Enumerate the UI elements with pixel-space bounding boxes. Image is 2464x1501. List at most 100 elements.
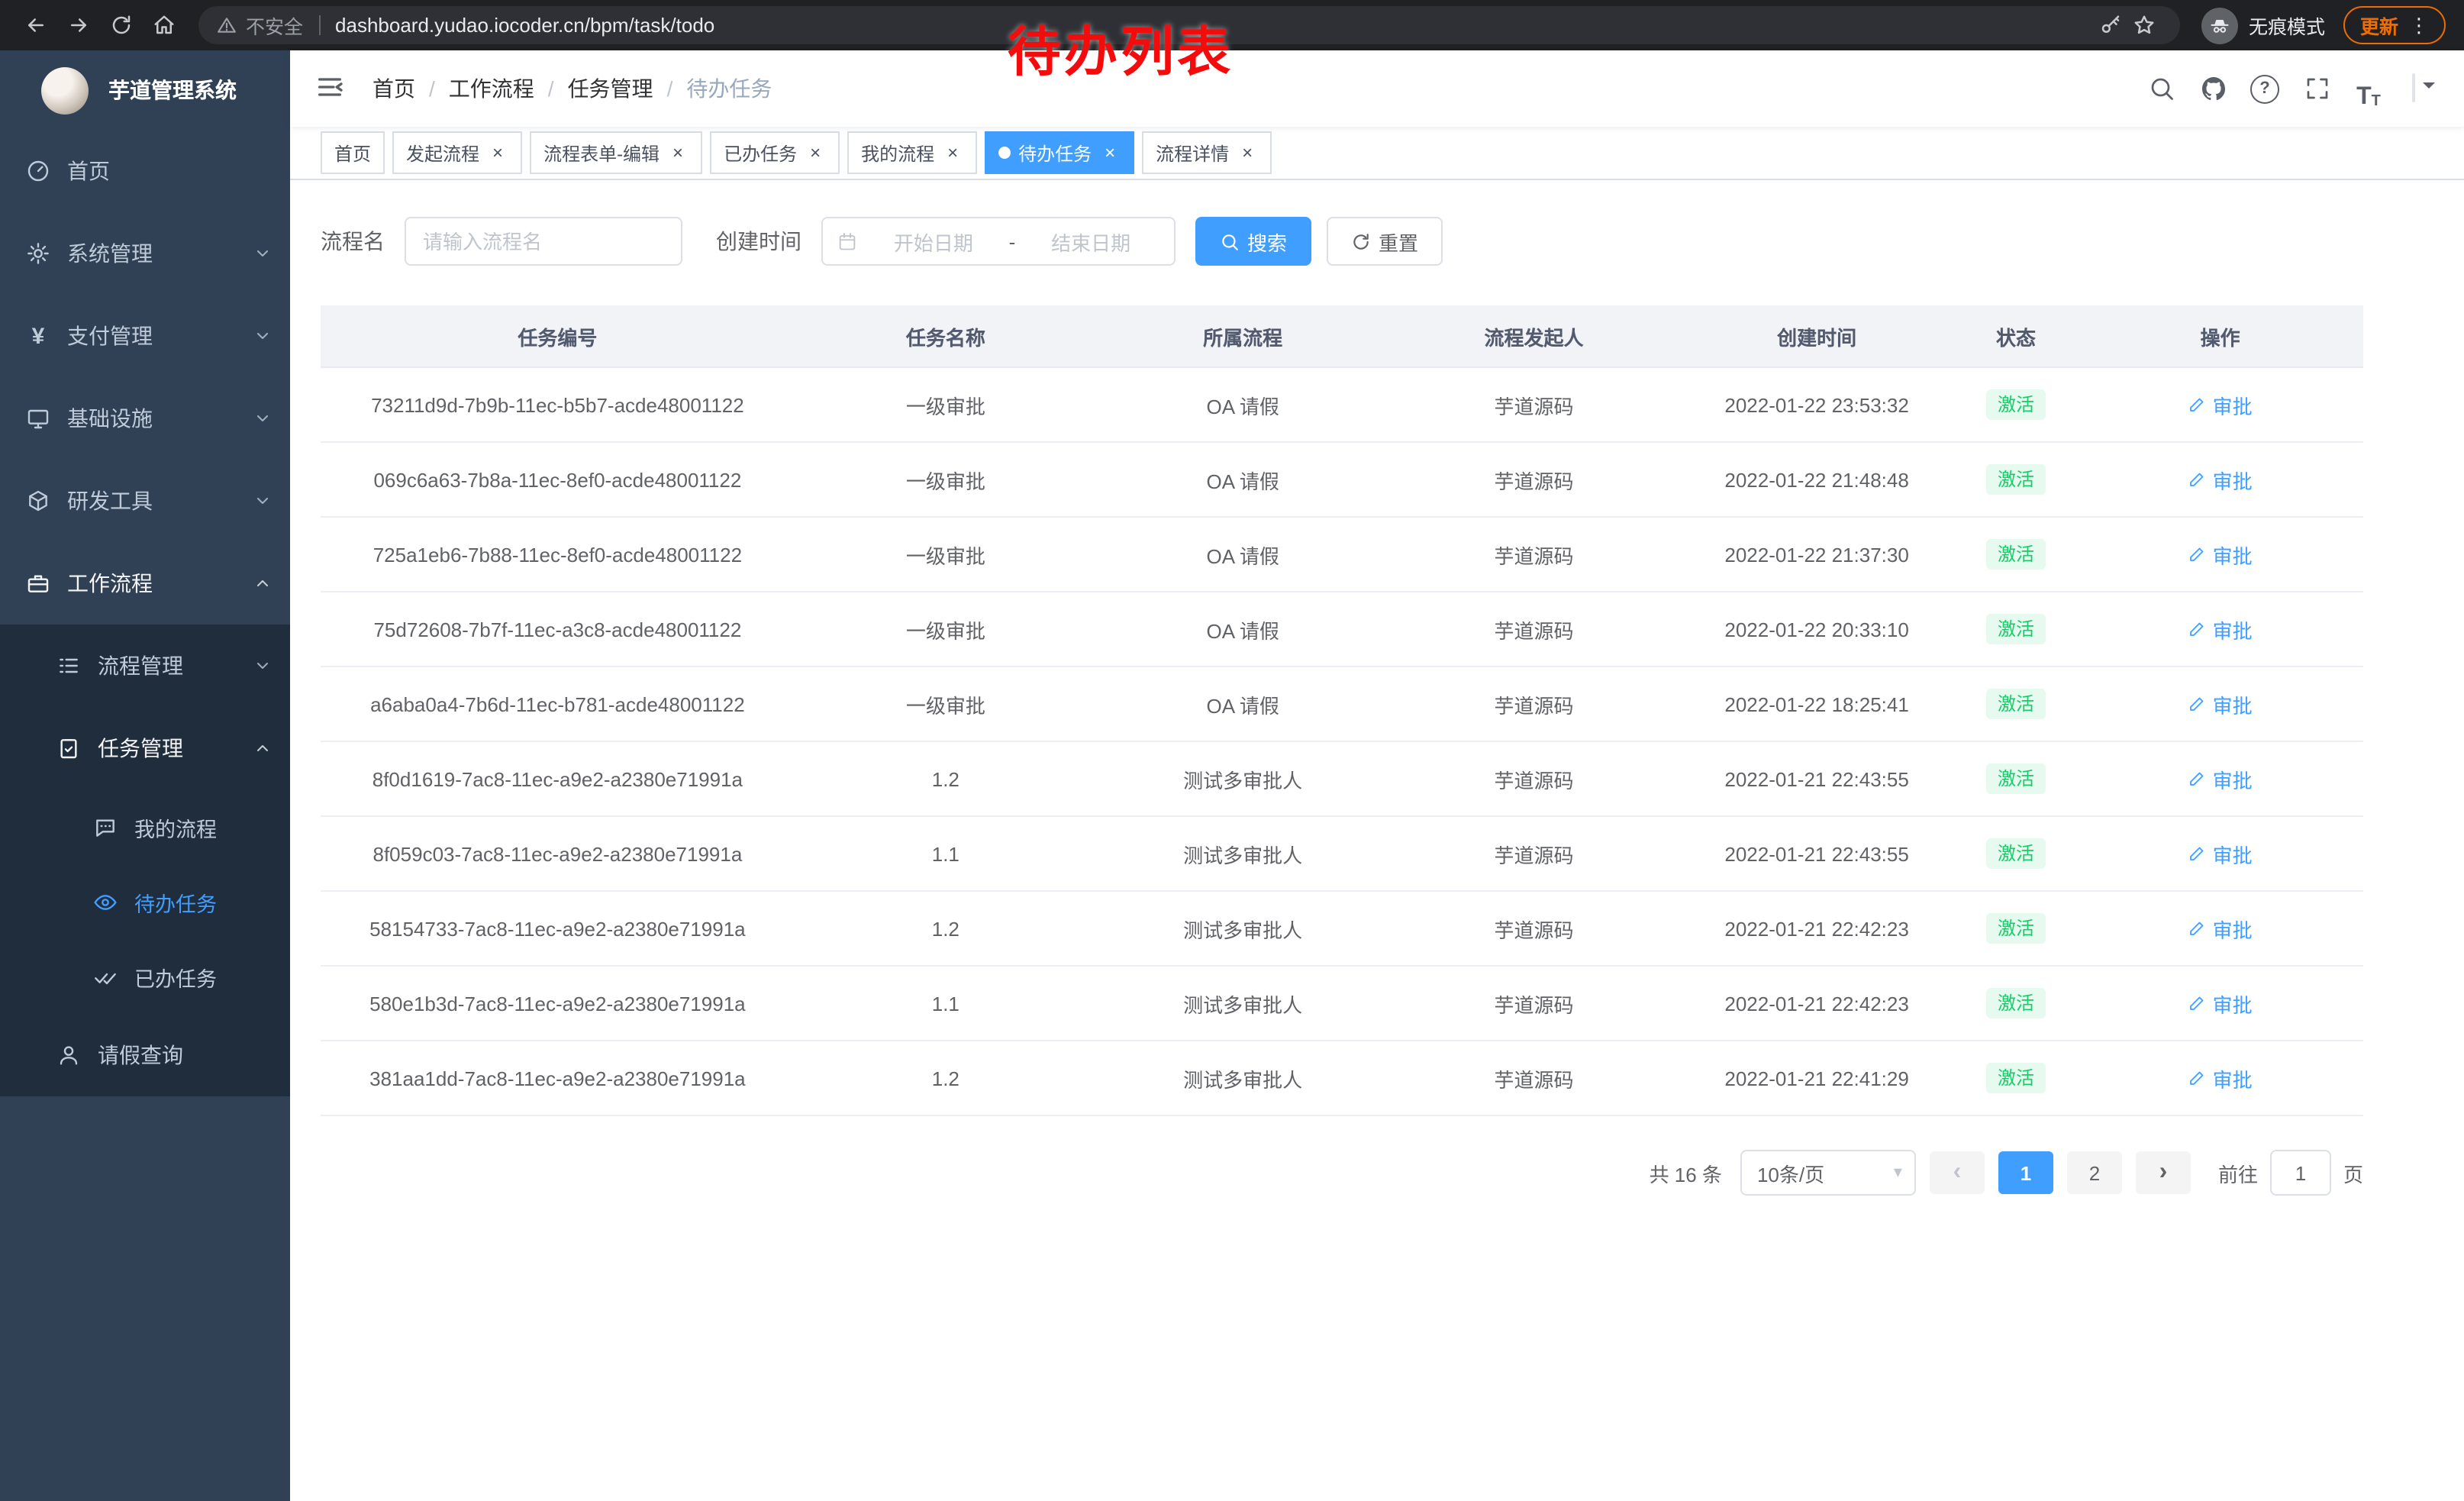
dashboard-icon bbox=[26, 159, 50, 183]
font-size-icon[interactable]: TT bbox=[2348, 68, 2389, 109]
approve-link[interactable]: 审批 bbox=[2188, 465, 2253, 494]
breadcrumb-home[interactable]: 首页 bbox=[373, 73, 415, 104]
sidebar-item-my-process[interactable]: 我的流程 bbox=[0, 789, 290, 864]
breadcrumb-task-mgmt[interactable]: 任务管理 bbox=[568, 73, 653, 104]
process-name-input[interactable] bbox=[405, 217, 682, 266]
end-date-placeholder[interactable]: 结束日期 bbox=[1021, 227, 1160, 256]
edit-icon bbox=[2188, 695, 2207, 713]
tab-process-form-edit[interactable]: 流程表单-编辑 × bbox=[530, 131, 702, 174]
col-created: 创建时间 bbox=[1679, 305, 1954, 367]
edit-icon bbox=[2188, 395, 2207, 414]
edit-icon bbox=[2188, 844, 2207, 863]
search-button[interactable]: 搜索 bbox=[1195, 217, 1311, 266]
tab-close-icon[interactable]: × bbox=[667, 142, 689, 163]
yen-icon: ¥ bbox=[26, 324, 50, 348]
pagination-total: 共 16 条 bbox=[1650, 1158, 1722, 1187]
approve-link[interactable]: 审批 bbox=[2188, 540, 2253, 569]
help-icon[interactable]: ? bbox=[2244, 68, 2285, 109]
sidebar-item-infra[interactable]: 基础设施 bbox=[0, 377, 290, 460]
status-badge: 激活 bbox=[1987, 1063, 2045, 1093]
chevron-up-icon bbox=[253, 739, 272, 757]
breadcrumb-current: 待办任务 bbox=[686, 73, 772, 104]
user-avatar[interactable] bbox=[2412, 73, 2415, 102]
approve-link[interactable]: 审批 bbox=[2188, 1064, 2253, 1093]
date-range-picker[interactable]: 开始日期 - 结束日期 bbox=[821, 217, 1176, 266]
tab-close-icon[interactable]: × bbox=[1099, 142, 1121, 163]
sidebar-item-system[interactable]: 系统管理 bbox=[0, 212, 290, 295]
tab-process-detail[interactable]: 流程详情 × bbox=[1142, 131, 1272, 174]
approve-link[interactable]: 审批 bbox=[2188, 615, 2253, 644]
caret-down-icon[interactable] bbox=[2423, 82, 2435, 95]
chat-icon bbox=[93, 815, 118, 839]
page-button-1[interactable]: 1 bbox=[1998, 1151, 2053, 1194]
start-date-placeholder[interactable]: 开始日期 bbox=[864, 227, 1003, 256]
tab-close-icon[interactable]: × bbox=[805, 142, 826, 163]
sidebar-item-leave-query[interactable]: 请假查询 bbox=[0, 1014, 290, 1096]
user-menu[interactable] bbox=[2412, 75, 2415, 102]
password-key-icon[interactable] bbox=[2095, 8, 2128, 42]
approve-link[interactable]: 审批 bbox=[2188, 989, 2253, 1018]
fullscreen-icon[interactable] bbox=[2296, 68, 2337, 109]
tab-my-process[interactable]: 我的流程 × bbox=[847, 131, 977, 174]
sidebar-item-devtools[interactable]: 研发工具 bbox=[0, 460, 290, 542]
tab-close-icon[interactable]: × bbox=[487, 142, 508, 163]
tab-start-process[interactable]: 发起流程 × bbox=[392, 131, 522, 174]
status-badge: 激活 bbox=[1987, 614, 2045, 644]
table-row: 75d72608-7b7f-11ec-a3c8-acde48001122 一级审… bbox=[321, 592, 2363, 667]
url-divider bbox=[318, 15, 320, 35]
reset-button[interactable]: 重置 bbox=[1327, 217, 1443, 266]
home-button[interactable] bbox=[144, 5, 183, 45]
sidebar-item-payment[interactable]: ¥ 支付管理 bbox=[0, 295, 290, 377]
approve-link[interactable]: 审批 bbox=[2188, 689, 2253, 718]
goto-page-input[interactable] bbox=[2270, 1150, 2331, 1196]
app-logo[interactable]: 芋道管理系统 bbox=[0, 50, 290, 130]
browser-update-button[interactable]: 更新 ⋮ bbox=[2343, 6, 2446, 44]
update-label: 更新 bbox=[2360, 11, 2398, 40]
github-icon[interactable] bbox=[2192, 68, 2233, 109]
sidebar-item-workflow[interactable]: 工作流程 bbox=[0, 542, 290, 625]
approve-link[interactable]: 审批 bbox=[2188, 914, 2253, 943]
pagination: 共 16 条 10条/页 ▾ ‹ 1 2 › 前往 页 bbox=[321, 1150, 2363, 1196]
tab-todo-task[interactable]: 待办任务 × bbox=[985, 131, 1134, 174]
sidebar-item-done-task[interactable]: 已办任务 bbox=[0, 939, 290, 1014]
status-badge: 激活 bbox=[1987, 913, 2045, 944]
breadcrumb-workflow[interactable]: 工作流程 bbox=[449, 73, 534, 104]
collapse-sidebar-icon[interactable] bbox=[314, 72, 348, 105]
page-size-select[interactable]: 10条/页 ▾ bbox=[1740, 1150, 1916, 1196]
url-bar[interactable]: 不安全 dashboard.yudao.iocoder.cn/bpm/task/… bbox=[198, 6, 2180, 44]
gear-icon bbox=[26, 241, 50, 266]
table-row: 580e1b3d-7ac8-11ec-a9e2-a2380e71991a 1.1… bbox=[321, 966, 2363, 1041]
sidebar-item-process-mgmt[interactable]: 流程管理 bbox=[0, 625, 290, 707]
forward-button[interactable] bbox=[58, 5, 98, 45]
sidebar-item-task-mgmt[interactable]: 任务管理 bbox=[0, 707, 290, 789]
incognito-icon bbox=[2201, 7, 2238, 44]
sidebar-item-todo-task[interactable]: 待办任务 bbox=[0, 864, 290, 939]
status-badge: 激活 bbox=[1987, 689, 2045, 719]
tab-home[interactable]: 首页 bbox=[321, 131, 385, 174]
browser-menu-icon[interactable]: ⋮ bbox=[2409, 15, 2429, 35]
security-chip[interactable]: 不安全 bbox=[217, 11, 303, 40]
clipboard-icon bbox=[56, 736, 81, 760]
edit-icon bbox=[2188, 470, 2207, 489]
browser-chrome: 不安全 dashboard.yudao.iocoder.cn/bpm/task/… bbox=[0, 0, 2464, 50]
prev-page-button[interactable]: ‹ bbox=[1930, 1151, 1985, 1194]
back-button[interactable] bbox=[15, 5, 55, 45]
goto-label: 前往 bbox=[2218, 1158, 2258, 1187]
approve-link[interactable]: 审批 bbox=[2188, 764, 2253, 793]
tab-close-icon[interactable]: × bbox=[1237, 142, 1258, 163]
list-icon bbox=[56, 654, 81, 678]
search-icon[interactable] bbox=[2140, 68, 2182, 109]
page-button-2[interactable]: 2 bbox=[2067, 1151, 2122, 1194]
approve-link[interactable]: 审批 bbox=[2188, 839, 2253, 868]
reload-button[interactable] bbox=[101, 5, 140, 45]
tab-close-icon[interactable]: × bbox=[942, 142, 963, 163]
table-row: 73211d9d-7b9b-11ec-b5b7-acde48001122 一级审… bbox=[321, 367, 2363, 442]
next-page-button[interactable]: › bbox=[2136, 1151, 2191, 1194]
security-label: 不安全 bbox=[246, 11, 303, 40]
bookmark-star-icon[interactable] bbox=[2128, 8, 2162, 42]
monitor-icon bbox=[26, 406, 50, 431]
sidebar-item-home[interactable]: 首页 bbox=[0, 130, 290, 212]
approve-link[interactable]: 审批 bbox=[2188, 390, 2253, 419]
tab-done-task[interactable]: 已办任务 × bbox=[710, 131, 840, 174]
table-row: a6aba0a4-7b6d-11ec-b781-acde48001122 一级审… bbox=[321, 667, 2363, 741]
